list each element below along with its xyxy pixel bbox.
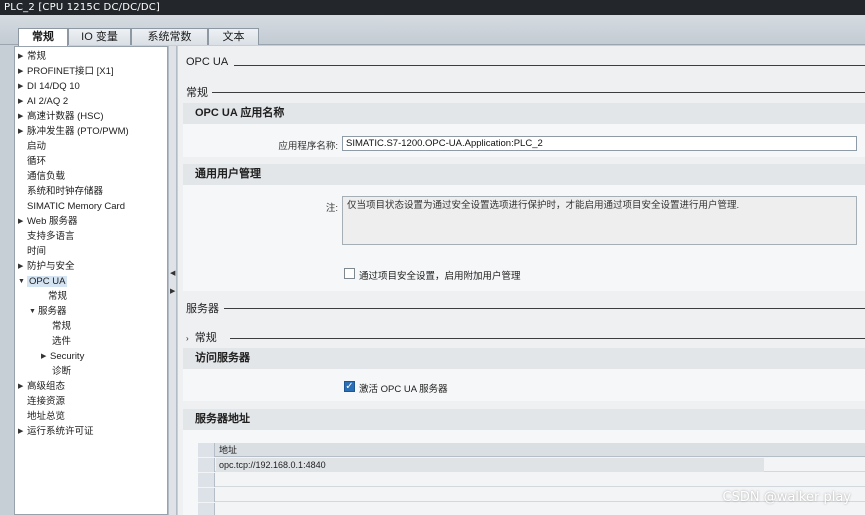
server-general-expander[interactable]: › 常规 xyxy=(186,329,217,345)
column-header-address: 地址 xyxy=(219,445,238,455)
chevron-right-icon[interactable]: ▶ xyxy=(18,79,27,94)
chevron-right-icon[interactable]: ▶ xyxy=(18,94,27,109)
app-name-group-title: OPC UA 应用名称 xyxy=(183,103,865,124)
tree-item-comm-load[interactable]: 通信负载 xyxy=(18,169,65,184)
tree-item-system-clock-memory[interactable]: 系统和时钟存储器 xyxy=(18,184,103,199)
activate-opc-ua-server-label: 激活 OPC UA 服务器 xyxy=(359,384,448,395)
tree-item-server-general[interactable]: 常规 xyxy=(43,319,71,334)
tree-item-di-dq[interactable]: ▶ DI 14/DQ 10 xyxy=(18,79,80,94)
chevron-right-icon[interactable]: ▶ xyxy=(18,109,27,124)
table-row[interactable]: opc.tcp://192.168.0.1:4840 xyxy=(198,458,865,472)
table-row[interactable] xyxy=(198,473,865,487)
section-divider xyxy=(212,92,865,93)
tree-item-server-security[interactable]: ▶ Security xyxy=(41,349,84,364)
watermark-text: CSDN @walker play xyxy=(722,490,851,505)
app-name-input[interactable]: SIMATIC.S7-1200.OPC-UA.Application:PLC_2 xyxy=(342,136,857,151)
access-server-group-title: 访问服务器 xyxy=(183,348,865,369)
window-title: PLC_2 [CPU 1215C DC/DC/DC] xyxy=(0,0,865,15)
section-divider xyxy=(230,338,865,339)
tree-item-startup[interactable]: 启动 xyxy=(18,139,46,154)
chevron-right-icon[interactable]: ▶ xyxy=(41,349,50,364)
chevron-right-icon[interactable]: ▶ xyxy=(18,124,27,139)
tree-item-opc-ua-general[interactable]: 常规 xyxy=(39,289,67,304)
server-address-group-title: 服务器地址 xyxy=(183,409,865,430)
tree-item-profinet[interactable]: ▶ PROFINET接口 [X1] xyxy=(18,64,114,79)
tree-item-hsc[interactable]: ▶ 高速计数器 (HSC) xyxy=(18,109,104,124)
tree-item-address-overview[interactable]: 地址总览 xyxy=(18,409,65,424)
tree-item-time[interactable]: 时间 xyxy=(18,244,46,259)
table-header: 地址 xyxy=(198,443,865,457)
chevron-down-icon[interactable]: ▼ xyxy=(18,274,27,289)
access-server-group: 访问服务器 xyxy=(183,348,865,401)
pane-splitter[interactable]: ◀ ▶ xyxy=(168,46,177,515)
chevron-right-icon[interactable]: ▶ xyxy=(18,424,27,439)
tree-item-multilingual[interactable]: 支持多语言 xyxy=(18,229,75,244)
chevron-right-icon[interactable]: › xyxy=(186,334,189,343)
collapse-left-icon[interactable]: ◀ xyxy=(170,268,175,280)
project-security-checkbox[interactable] xyxy=(344,268,355,279)
tab-io-tags[interactable]: IO 变量 xyxy=(68,28,131,45)
activate-opc-ua-server-checkbox[interactable]: ✓ xyxy=(344,381,355,392)
tree-item-opc-ua-server[interactable]: ▼ 服务器 xyxy=(29,304,67,319)
section-title-general: 常规 xyxy=(186,87,208,99)
tree-item-connection-resources[interactable]: 连接资源 xyxy=(18,394,65,409)
properties-content: OPC UA 常规 OPC UA 应用名称 应用程序名称: SIMATIC.S7… xyxy=(178,46,865,515)
app-name-label: 应用程序名称: xyxy=(278,141,338,152)
note-text: 仅当项目状态设置为通过安全设置选项进行保护时，才能启用通过项目安全设置进行用户管… xyxy=(342,196,857,245)
tree-item-protection-security[interactable]: ▶ 防护与安全 xyxy=(18,259,75,274)
tree-item-ai-aq[interactable]: ▶ AI 2/AQ 2 xyxy=(18,94,68,109)
tree-item-server-options[interactable]: 选件 xyxy=(43,334,71,349)
tab-texts[interactable]: 文本 xyxy=(208,28,259,45)
tree-item-web-server[interactable]: ▶ Web 服务器 xyxy=(18,214,78,229)
section-divider xyxy=(224,308,865,309)
chevron-right-icon[interactable]: ▶ xyxy=(18,49,27,64)
note-label: 注: xyxy=(325,203,338,214)
tree-item-memory-card[interactable]: SIMATIC Memory Card xyxy=(18,199,125,214)
tree-item-pulse-generator[interactable]: ▶ 脉冲发生器 (PTO/PWM) xyxy=(18,124,129,139)
tree-item-runtime-licenses[interactable]: ▶ 运行系统许可证 xyxy=(18,424,94,439)
chevron-right-icon[interactable]: ▶ xyxy=(18,259,27,274)
user-management-group-title: 通用用户管理 xyxy=(183,164,865,185)
chevron-right-icon[interactable]: ▶ xyxy=(18,379,27,394)
tree-item-cycle[interactable]: 循环 xyxy=(18,154,46,169)
section-title-opc-ua: OPC UA xyxy=(186,56,229,68)
chevron-right-icon[interactable]: ▶ xyxy=(18,64,27,79)
tree-item-server-diagnostics[interactable]: 诊断 xyxy=(43,364,71,379)
chevron-right-icon[interactable]: ▶ xyxy=(18,214,27,229)
project-security-checkbox-label: 通过项目安全设置，启用附加用户管理 xyxy=(359,271,521,282)
navigation-tree: ▶ 常规 ▶ PROFINET接口 [X1] ▶ DI 14/DQ 10 ▶ AI 2/… xyxy=(14,46,168,515)
section-title-server: 服务器 xyxy=(186,303,219,315)
section-divider xyxy=(234,65,865,66)
tab-system-constants[interactable]: 系统常数 xyxy=(131,28,208,45)
tree-item-advanced-config[interactable]: ▶ 高级组态 xyxy=(18,379,65,394)
address-cell[interactable]: opc.tcp://192.168.0.1:4840 xyxy=(216,458,764,472)
tree-item-opc-ua[interactable]: ▼ OPC UA xyxy=(18,274,68,289)
tab-general[interactable]: 常规 xyxy=(18,28,68,46)
chevron-down-icon[interactable]: ▼ xyxy=(29,304,38,319)
tab-strip: 常规 IO 变量 系统常数 文本 xyxy=(0,15,865,46)
tree-item-general[interactable]: ▶ 常规 xyxy=(18,49,46,64)
expand-right-icon[interactable]: ▶ xyxy=(170,286,175,298)
